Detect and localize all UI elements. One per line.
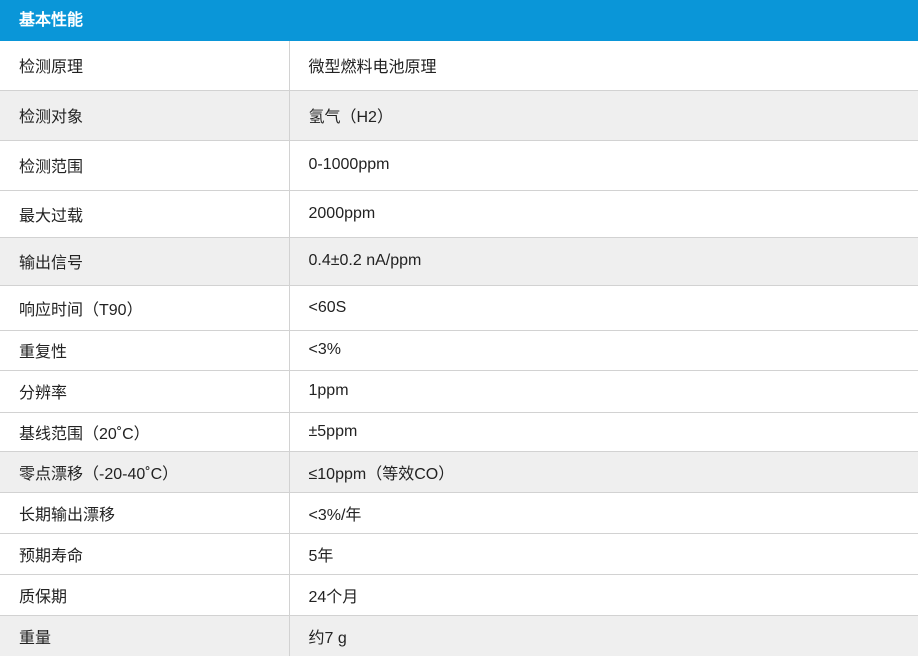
spec-label: 质保期 [0,574,290,616]
spec-value: 2000ppm [289,190,918,238]
spec-value: 1ppm [289,370,918,413]
spec-value: 0.4±0.2 nA/ppm [289,237,918,286]
spec-value: 24个月 [289,574,918,616]
table-row: 响应时间（T90） <60S [0,285,918,331]
spec-label: 输出信号 [0,237,290,286]
spec-value: 0-1000ppm [289,140,918,191]
spec-label: 重量 [0,615,290,656]
spec-value: <60S [289,285,918,331]
table-row: 分辨率 1ppm [0,370,918,413]
spec-sheet: 基本性能 检测原理 微型燃料电池原理 检测对象 氢气（H2） 检测范围 0-10… [0,0,918,656]
spec-value: 氢气（H2） [289,90,918,141]
spec-label: 零点漂移（-20-40˚C） [0,451,290,493]
spec-value: 微型燃料电池原理 [289,41,918,91]
table-row: 长期输出漂移 <3%/年 [0,492,918,534]
table-row: 检测范围 0-1000ppm [0,140,918,191]
section-title: 基本性能 [0,0,918,41]
table-row: 重量 约7 g [0,615,918,656]
spec-label: 检测范围 [0,140,290,191]
spec-label: 响应时间（T90） [0,285,290,331]
spec-label: 长期输出漂移 [0,492,290,534]
spec-value: ±5ppm [289,412,918,452]
table-row: 重复性 <3% [0,330,918,371]
table-row: 质保期 24个月 [0,574,918,616]
spec-label: 预期寿命 [0,533,290,575]
spec-label: 检测对象 [0,90,290,141]
spec-value: 5年 [289,533,918,575]
spec-label: 检测原理 [0,41,290,91]
table-row: 最大过载 2000ppm [0,190,918,238]
table-row: 检测原理 微型燃料电池原理 [0,41,918,91]
spec-value: <3%/年 [289,492,918,534]
table-row: 零点漂移（-20-40˚C） ≤10ppm（等效CO） [0,451,918,493]
spec-label: 分辨率 [0,370,290,413]
spec-label: 基线范围（20˚C） [0,412,290,452]
spec-value: ≤10ppm（等效CO） [289,451,918,493]
spec-value: 约7 g [289,615,918,656]
table-row: 基线范围（20˚C） ±5ppm [0,412,918,452]
table-row: 预期寿命 5年 [0,533,918,575]
table-row: 检测对象 氢气（H2） [0,90,918,141]
spec-value: <3% [289,330,918,371]
table-row: 输出信号 0.4±0.2 nA/ppm [0,237,918,286]
spec-label: 重复性 [0,330,290,371]
spec-table: 检测原理 微型燃料电池原理 检测对象 氢气（H2） 检测范围 0-1000ppm… [0,41,918,656]
spec-label: 最大过载 [0,190,290,238]
